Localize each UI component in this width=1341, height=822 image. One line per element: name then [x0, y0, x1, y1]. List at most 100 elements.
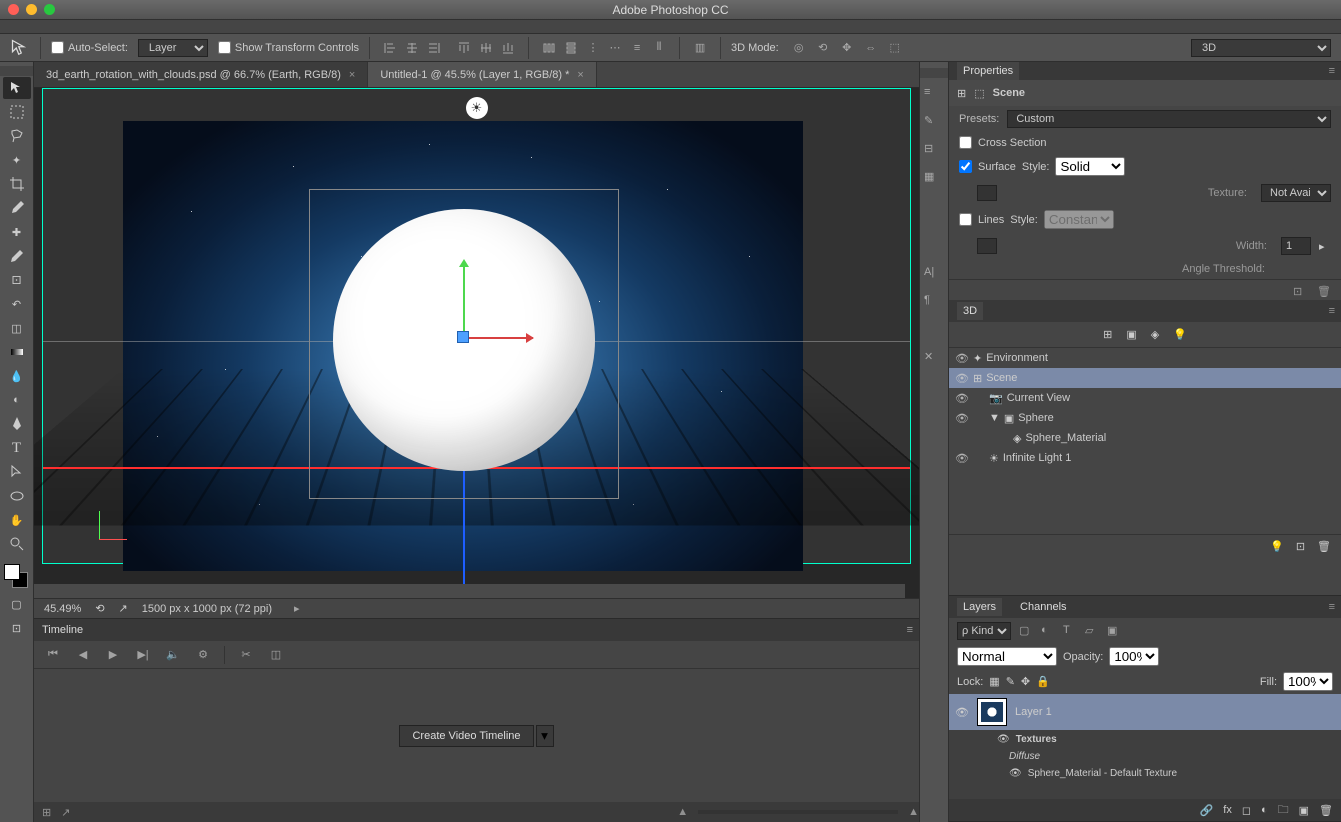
distribute-h-icon[interactable]	[539, 39, 559, 57]
layer-comps-icon[interactable]: ⊟	[924, 142, 944, 162]
canvas-viewport[interactable]: ☀	[34, 88, 919, 598]
zoom-slider[interactable]	[698, 810, 898, 814]
panel-menu-icon[interactable]: ≡	[1329, 601, 1335, 613]
mesh-icon[interactable]: ⬚	[974, 87, 984, 100]
timeline-tab[interactable]: Timeline	[42, 624, 83, 636]
gradient-tool[interactable]	[3, 341, 31, 363]
filter-lights-icon[interactable]: 💡	[1173, 328, 1187, 341]
auto-select-dropdown[interactable]: Layer	[138, 39, 208, 57]
layer-textures-group[interactable]: 👁Textures	[949, 730, 1341, 747]
navigator-icon[interactable]: ▦	[924, 170, 944, 190]
next-frame-icon[interactable]: ▶|	[134, 646, 152, 664]
texture-dropdown[interactable]: Not Availa…	[1261, 184, 1331, 202]
visibility-toggle-icon[interactable]: 👁	[955, 352, 969, 365]
render-icon[interactable]: ↗	[61, 806, 70, 819]
convert-frames-icon[interactable]: ⊞	[42, 806, 51, 819]
horizontal-scrollbar[interactable]	[34, 584, 905, 598]
tool-presets-icon[interactable]: ✕	[924, 350, 944, 370]
lock-pixels-icon[interactable]: ✎	[1006, 675, 1015, 688]
menu-bar[interactable]	[0, 20, 1341, 34]
align-left-icon[interactable]	[380, 39, 400, 57]
presets-dropdown[interactable]: Custom	[1007, 110, 1331, 128]
disclosure-triangle-icon[interactable]: ▼	[989, 412, 1000, 424]
tree-item-current-view[interactable]: 👁📷Current View	[949, 388, 1341, 408]
filter-smart-icon[interactable]: ▣	[1107, 624, 1121, 638]
shape-tool[interactable]	[3, 485, 31, 507]
filter-shape-icon[interactable]: ▱	[1085, 624, 1099, 638]
filter-type-icon[interactable]: T	[1063, 624, 1077, 638]
lock-transparency-icon[interactable]: ▦	[989, 675, 999, 688]
visibility-toggle-icon[interactable]: 👁	[955, 452, 969, 465]
cross-section-checkbox[interactable]: Cross Section	[949, 132, 1341, 153]
type-tool[interactable]: T	[3, 437, 31, 459]
blend-mode-dropdown[interactable]: Normal	[957, 647, 1057, 666]
surface-color-swatch[interactable]	[977, 185, 997, 201]
surface-style-dropdown[interactable]: Solid	[1055, 157, 1125, 176]
dodge-tool[interactable]: ◐	[3, 389, 31, 411]
visibility-toggle-icon[interactable]: 👁	[1009, 768, 1022, 779]
settings-icon[interactable]: ⚙	[194, 646, 212, 664]
blur-tool[interactable]: 💧	[3, 365, 31, 387]
3d-roll-icon[interactable]: ⟲	[813, 39, 833, 57]
brush-settings-icon[interactable]: ✎	[924, 114, 944, 134]
render-settings-icon[interactable]: ⊡	[1293, 285, 1307, 299]
zoom-level[interactable]: 45.49%	[44, 603, 81, 615]
maximize-button[interactable]	[44, 4, 55, 15]
visibility-toggle-icon[interactable]: 👁	[955, 412, 969, 425]
visibility-toggle-icon[interactable]: 👁	[955, 392, 969, 405]
tree-item-environment[interactable]: 👁✦Environment	[949, 348, 1341, 368]
filter-materials-icon[interactable]: ◈	[1151, 328, 1159, 341]
adjustment-layer-icon[interactable]: ◐	[1261, 804, 1268, 816]
share-icon[interactable]: ↗	[119, 602, 128, 615]
split-clip-icon[interactable]: ✂	[237, 646, 255, 664]
gizmo-y-axis[interactable]	[463, 262, 465, 337]
distribute-6-icon[interactable]: ⫴	[649, 39, 669, 57]
layer-name[interactable]: Layer 1	[1015, 706, 1052, 718]
align-top-icon[interactable]	[454, 39, 474, 57]
close-tab-icon[interactable]: ×	[349, 69, 355, 81]
gizmo-z-axis[interactable]	[457, 331, 469, 343]
trash-icon[interactable]: 🗑	[1317, 540, 1331, 553]
width-input[interactable]	[1281, 237, 1311, 255]
link-layers-icon[interactable]: 🔗	[1200, 804, 1214, 817]
visibility-toggle-icon[interactable]: 👁	[955, 372, 969, 385]
channels-tab[interactable]: Channels	[1014, 598, 1072, 616]
selection-box[interactable]	[309, 189, 619, 499]
mountain-large-icon[interactable]: ▲	[908, 806, 919, 818]
panel-menu-icon[interactable]: ≡	[907, 624, 913, 636]
lines-checkbox[interactable]: Lines Style: Constant	[949, 206, 1341, 233]
screen-mode-tool[interactable]: ⊡	[3, 617, 31, 639]
document-tab-1[interactable]: 3d_earth_rotation_with_clouds.psd @ 66.7…	[34, 62, 368, 87]
marquee-tool[interactable]	[3, 101, 31, 123]
transition-icon[interactable]: ◫	[267, 646, 285, 664]
lock-all-icon[interactable]: 🔒	[1036, 675, 1050, 688]
brush-tool[interactable]	[3, 245, 31, 267]
document-info[interactable]: 1500 px x 1000 px (72 ppi)	[142, 603, 272, 615]
crop-tool[interactable]	[3, 173, 31, 195]
rotate-view-icon[interactable]: ⟲	[95, 602, 104, 615]
close-button[interactable]	[8, 4, 19, 15]
expand-rail-icon[interactable]	[920, 68, 948, 78]
create-video-timeline-button[interactable]: Create Video Timeline	[399, 725, 533, 747]
layer-style-icon[interactable]: fx	[1223, 804, 1232, 816]
tree-item-sphere[interactable]: 👁▼▣Sphere	[949, 408, 1341, 428]
filter-pixel-icon[interactable]: ▢	[1019, 624, 1033, 638]
histogram-icon[interactable]: ≡	[924, 86, 944, 106]
tree-item-sphere-material[interactable]: ◈Sphere_Material	[949, 428, 1341, 448]
layers-tab[interactable]: Layers	[957, 598, 1002, 616]
opacity-dropdown[interactable]: 100%	[1109, 647, 1159, 666]
distribute-5-icon[interactable]: ≡	[627, 39, 647, 57]
prev-frame-icon[interactable]: ◀	[74, 646, 92, 664]
go-to-first-frame-icon[interactable]: ⏮	[44, 646, 62, 664]
align-bottom-icon[interactable]	[498, 39, 518, 57]
lock-position-icon[interactable]: ✥	[1021, 675, 1030, 688]
clone-stamp-tool[interactable]: ⚀	[3, 269, 31, 291]
3d-slide-icon[interactable]: ⇔	[861, 39, 881, 57]
move-tool[interactable]	[3, 77, 31, 99]
minimize-button[interactable]	[26, 4, 37, 15]
audio-icon[interactable]: 🔈	[164, 646, 182, 664]
quick-mask-tool[interactable]: ▢	[3, 593, 31, 615]
layer-filter-dropdown[interactable]: ρ Kind	[957, 622, 1011, 640]
add-light-icon[interactable]: 💡	[1270, 540, 1284, 553]
layer-thumbnail[interactable]	[977, 698, 1007, 726]
